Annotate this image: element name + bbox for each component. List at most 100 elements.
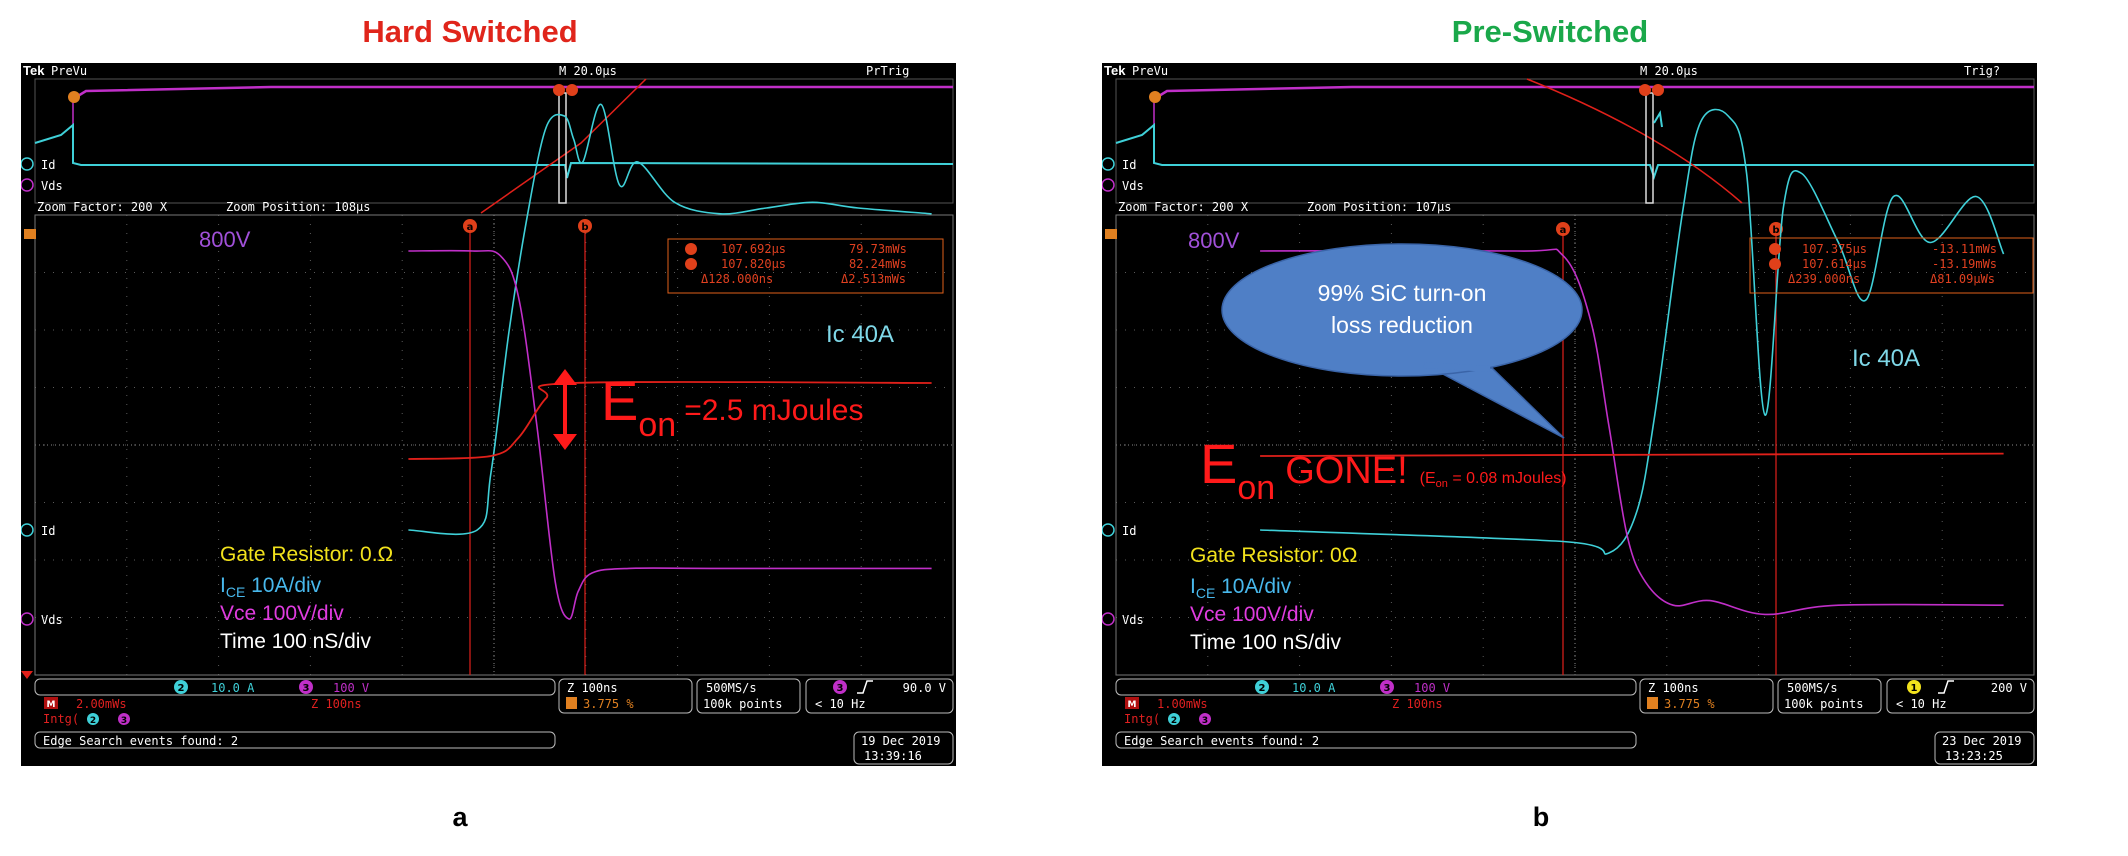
svg-text:-13.19mWs: -13.19mWs [1932,257,1997,271]
callout-bubble: 99% SiC turn-on loss reduction [1221,243,1583,439]
svg-text:Intg(: Intg( [43,712,79,726]
main-vds-label-b: Vds [1122,613,1144,627]
svg-text:23 Dec 2019: 23 Dec 2019 [1942,734,2021,748]
svg-text:3: 3 [1384,683,1391,694]
svg-text:500MS/s: 500MS/s [706,681,757,695]
cursor-a-overview-b-icon [1652,84,1664,96]
datetime-b: 23 Dec 2019 13:23:25 [1934,731,2035,765]
overview-traces-b [1115,78,2034,204]
svg-text:Δ2.513mWs: Δ2.513mWs [841,272,906,286]
horizontal-settings-a[interactable]: Z 100ns 3.775 % [558,678,693,714]
horizontal-settings-b[interactable]: Z 100ns 3.775 % [1639,678,1774,714]
svg-text:100k points: 100k points [1784,697,1863,711]
ch3-marker-icon [21,178,34,192]
svg-text:2: 2 [178,683,185,694]
edge-search-status-a: Edge Search events found: 2 [43,734,238,748]
trigger-status-a: PrTrig [866,64,909,78]
main-id-label-a: Id [41,524,55,538]
ch2-marker-icon [21,157,34,171]
svg-text:107.820µs: 107.820µs [721,257,786,271]
ch3-marker-b-icon [1102,178,1115,192]
svg-text:500MS/s: 500MS/s [1787,681,1838,695]
eon-arrow-icon [553,369,577,450]
svg-text:107.375µs: 107.375µs [1802,242,1867,256]
voltage-annotation-a: 800V [199,227,251,252]
svg-text:79.73mWs: 79.73mWs [849,242,907,256]
svg-text:10.0 A: 10.0 A [1292,681,1336,695]
svg-text:10.0 A: 10.0 A [211,681,255,695]
trigger-level-b-icon [1105,229,1117,239]
trigger-marker-icon [68,91,80,103]
svg-text:100 V: 100 V [333,681,369,695]
rising-edge-icon [857,680,873,694]
brand-label-b: Tek [1104,63,1126,78]
svg-text:13:39:16: 13:39:16 [864,749,922,763]
acquisition-settings-a[interactable]: 500MS/s 100k points [696,678,801,714]
zoom-position-b: Zoom Position: 107µs [1307,200,1452,214]
current-annotation-a: Ic 40A [826,321,894,348]
svg-text:82.24mWs: 82.24mWs [849,257,907,271]
svg-text:Z 100ns: Z 100ns [567,681,618,695]
main-vds-label-a: Vds [41,613,63,627]
svg-text:13:23:25: 13:23:25 [1945,749,2003,763]
graticule-a [35,215,953,675]
rising-edge-b-icon [1938,680,1954,694]
svg-text:Z 100ns: Z 100ns [1392,697,1443,711]
svg-text:99% SiC turn-on: 99% SiC turn-on [1318,280,1487,306]
svg-text:3: 3 [303,683,310,694]
svg-text:Δ81.09µWs: Δ81.09µWs [1930,272,1995,286]
svg-text:100k points: 100k points [703,697,782,711]
voltage-annotation-b: 800V [1188,228,1240,253]
panel-a-title: Hard Switched [362,14,578,49]
svg-text:3.775 %: 3.775 % [583,697,634,711]
datetime-a: 19 Dec 2019 13:39:16 [853,731,954,765]
overview-id-label-a: Id [41,158,55,172]
svg-text:107.692µs: 107.692µs [721,242,786,256]
panel-b-label: b [1532,802,1550,832]
svg-text:loss reduction: loss reduction [1331,312,1473,338]
svg-text:3: 3 [837,683,844,694]
svg-text:19 Dec 2019: 19 Dec 2019 [861,734,940,748]
zoom-position-a: Zoom Position: 108µs [226,200,371,214]
ch2-main-marker-icon [21,523,34,537]
measurement-box-a: 107.692µs 79.73mWs 107.820µs 82.24mWs Δ1… [667,238,944,294]
mode-label-b: PreVu [1132,64,1168,78]
overview-id-label-b: Id [1122,158,1136,172]
edge-search-status-b: Edge Search events found: 2 [1124,734,1319,748]
vce-scale-label-b: Vce 100V/div [1190,603,1314,626]
zoom-factor-b: Zoom Factor: 200 X [1118,200,1249,214]
series-a-trace [408,103,932,536]
oscilloscope-screen-a: Tek PreVu M 20.0µs PrTrig Id Vds Zoom Fa… [21,63,956,766]
overview-traces-a [34,78,954,214]
mode-label-a: PreVu [51,64,87,78]
oscilloscope-screen-b: Tek PreVu M 20.0µs Trig? Id Vds Zoom Fac… [1102,63,2037,766]
ch2-marker-b-icon [1102,157,1115,171]
svg-text:90.0 V: 90.0 V [903,681,946,695]
svg-text:M: M [1128,700,1137,710]
cursor-a-overview-icon [566,84,578,96]
cursor-a-label: a [467,222,474,233]
svg-text:107.614µs: 107.614µs [1802,257,1867,271]
svg-text:2: 2 [1259,683,1266,694]
svg-text:Z 100ns: Z 100ns [1648,681,1699,695]
ch2-main-marker-b-icon [1102,523,1115,537]
timebase-label-a: M 20.0µs [559,64,617,78]
main-id-label-b: Id [1122,524,1136,538]
main-traces-a [408,103,932,620]
timebase-label-b: M 20.0µs [1640,64,1698,78]
eon-label-b: Eon GONE! (Eon = 0.08 mJoules) [1200,432,1567,507]
brand-label-a: Tek [23,63,45,78]
trigger-settings-b[interactable]: 1 200 V < 10 Hz [1886,678,2035,714]
ch3-main-marker-icon [21,612,34,626]
panel-a-label: a [452,802,468,832]
trigger-level-icon [24,229,36,239]
svg-text:1: 1 [1911,683,1918,694]
svg-text:2: 2 [1171,716,1177,726]
trigger-settings-a[interactable]: 3 90.0 V < 10 Hz [805,678,954,714]
acquisition-settings-b[interactable]: 500MS/s 100k points [1777,678,1882,714]
svg-text:Δ239.000ns: Δ239.000ns [1788,272,1860,286]
svg-text:3.775 %: 3.775 % [1664,697,1715,711]
panel-b-title: Pre-Switched [1451,14,1649,49]
svg-text:M: M [47,700,56,710]
cursor-b-overview-b-icon [1639,84,1651,96]
